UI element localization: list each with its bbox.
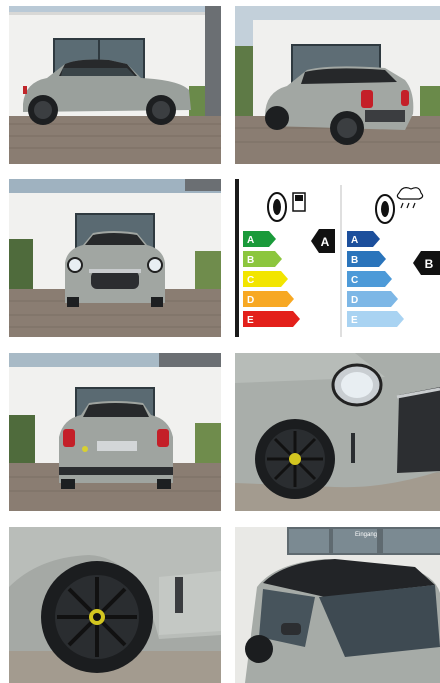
photo-side-view[interactable] [9, 6, 221, 164]
wet-class-label: E [351, 315, 358, 326]
photo-rear-three-quarter[interactable] [235, 6, 440, 164]
wet-rating-text: B [425, 257, 434, 271]
fuel-class-label: D [247, 295, 254, 306]
fuel-class-label: B [247, 255, 254, 266]
wet-class-label: B [351, 255, 358, 266]
showroom-sign: Eingang [355, 532, 377, 538]
fuel-class-label: C [247, 275, 254, 286]
wet-class-label: D [351, 295, 358, 306]
tyre-energy-label[interactable]: ABCDE A ABCDE B [235, 179, 440, 337]
wet-class-label: A [351, 235, 358, 246]
wet-class-label: C [351, 275, 358, 286]
fuel-class-label: E [247, 315, 254, 326]
photo-rear-view[interactable] [9, 353, 221, 511]
photo-roof-three-quarter[interactable]: Eingang [235, 527, 440, 683]
photo-rear-wheel-detail[interactable] [9, 527, 221, 683]
photo-headlight-wheel-detail[interactable] [235, 353, 440, 511]
fuel-class-label: A [247, 235, 254, 246]
fuel-rating-text: A [321, 235, 330, 249]
photo-front-view[interactable] [9, 179, 221, 337]
